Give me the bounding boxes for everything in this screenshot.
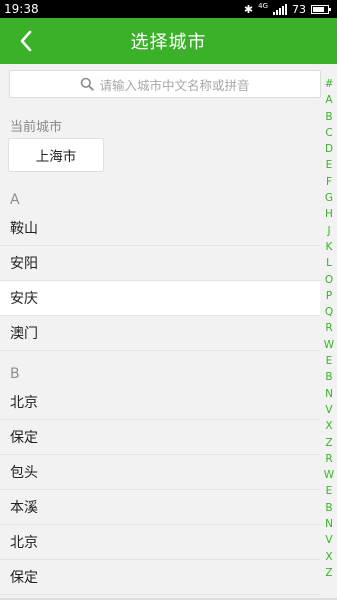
index-letter[interactable]: E	[321, 157, 337, 173]
index-letter[interactable]: V	[321, 402, 337, 418]
city-item[interactable]: 包头	[0, 455, 320, 490]
index-letter[interactable]: L	[321, 255, 337, 271]
city-item[interactable]: 保定	[0, 560, 320, 595]
status-icons: ✱ 4G 73	[243, 2, 331, 16]
page-title: 选择城市	[130, 32, 207, 53]
city-item[interactable]: 北京	[0, 385, 320, 420]
index-letter[interactable]: N	[321, 516, 337, 532]
status-time: 19:38	[4, 2, 39, 16]
current-city-button[interactable]: 上海市	[8, 138, 104, 172]
back-button[interactable]	[8, 18, 44, 64]
index-letter[interactable]: P	[321, 288, 337, 304]
city-list[interactable]: 当前城市 上海市 A 鞍山 安阳 安庆 澳门 B 北京 保定 包头 本溪 北京 …	[0, 106, 320, 600]
index-letter[interactable]: X	[321, 549, 337, 565]
battery-icon	[311, 4, 331, 14]
index-letter[interactable]: B	[321, 109, 337, 125]
city-item-selected[interactable]: 安庆	[0, 281, 320, 316]
index-letter[interactable]: O	[321, 272, 337, 288]
index-letter[interactable]: E	[321, 483, 337, 499]
index-letter[interactable]: R	[321, 320, 337, 336]
status-bar: 19:38 ✱ 4G 73	[0, 0, 337, 18]
index-letter[interactable]: Z	[321, 565, 337, 581]
city-item[interactable]: 北京	[0, 525, 320, 560]
index-letter[interactable]: C	[321, 125, 337, 141]
city-item[interactable]: 澳门	[0, 316, 320, 351]
bluetooth-icon: ✱	[243, 2, 254, 16]
index-letter[interactable]: B	[321, 500, 337, 516]
alphabet-index-bar[interactable]: # A B C D E F G H J K L O P Q R W E B N V X Z R W E B N V X Z	[321, 76, 337, 581]
city-item[interactable]: 鞍山	[0, 211, 320, 246]
index-letter[interactable]: R	[321, 451, 337, 467]
chevron-left-icon	[20, 30, 32, 52]
index-letter[interactable]: W	[321, 337, 337, 353]
index-letter[interactable]: K	[321, 239, 337, 255]
index-letter[interactable]: X	[321, 418, 337, 434]
index-letter[interactable]: H	[321, 206, 337, 222]
index-letter[interactable]: D	[321, 141, 337, 157]
index-letter[interactable]: F	[321, 174, 337, 190]
index-letter[interactable]: Q	[321, 304, 337, 320]
index-letter[interactable]: A	[321, 92, 337, 108]
index-letter[interactable]: Z	[321, 435, 337, 451]
search-area: 请输入城市中文名称或拼音	[0, 64, 337, 106]
city-item[interactable]: 安阳	[0, 246, 320, 281]
search-input[interactable]: 请输入城市中文名称或拼音	[9, 70, 321, 98]
section-header-b: B	[10, 366, 20, 382]
index-letter[interactable]: V	[321, 532, 337, 548]
signal-icon	[273, 3, 287, 15]
current-city-label: 当前城市	[10, 120, 63, 135]
city-item[interactable]: 保定	[0, 420, 320, 455]
app-bar: 选择城市	[0, 18, 337, 64]
city-item[interactable]: 本溪	[0, 490, 320, 525]
section-header-a: A	[10, 192, 20, 208]
index-letter[interactable]: B	[321, 369, 337, 385]
index-letter[interactable]: E	[321, 353, 337, 369]
index-letter[interactable]: N	[321, 386, 337, 402]
network-type: 4G	[258, 2, 268, 10]
search-icon	[81, 77, 95, 91]
index-letter[interactable]: W	[321, 467, 337, 483]
index-letter[interactable]: #	[321, 76, 337, 92]
battery-percent: 73	[292, 2, 306, 16]
index-letter[interactable]: J	[321, 223, 337, 239]
search-placeholder: 请输入城市中文名称或拼音	[99, 77, 250, 93]
index-letter[interactable]: G	[321, 190, 337, 206]
